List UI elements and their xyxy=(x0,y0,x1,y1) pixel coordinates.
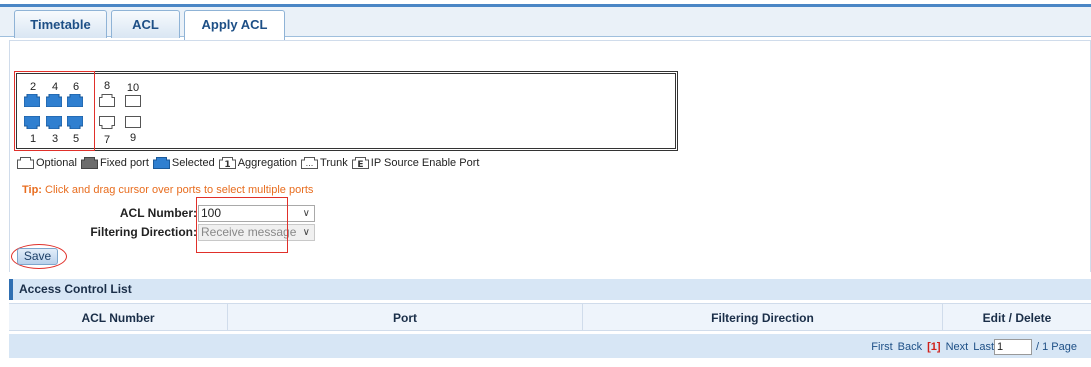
svg-text:E: E xyxy=(357,160,363,169)
optional-fiber-port-icon xyxy=(125,116,141,128)
optional-port-icon xyxy=(17,157,34,169)
legend-fixed-port-label: Fixed port xyxy=(99,157,149,169)
access-control-list-header: Access Control List xyxy=(9,279,1091,300)
form-highlight-box xyxy=(196,197,288,253)
legend-selected-label: Selected xyxy=(171,157,215,169)
legend-trunk: ... Trunk xyxy=(301,157,348,169)
legend-optional-label: Optional xyxy=(36,157,77,169)
port-number-10: 10 xyxy=(126,82,140,94)
aggregation-icon: 1 xyxy=(218,157,236,169)
page-number-input[interactable]: 1 xyxy=(994,339,1033,355)
column-acl-number: ACL Number xyxy=(9,304,228,330)
legend-aggregation-label: Aggregation xyxy=(237,157,298,169)
legend-optional: Optional xyxy=(17,157,77,169)
optional-port-icon xyxy=(99,116,115,129)
port-number-7: 7 xyxy=(103,134,111,146)
svg-text:1: 1 xyxy=(224,160,230,169)
first-page-link[interactable]: First xyxy=(871,341,892,353)
column-filtering-direction: Filtering Direction xyxy=(583,304,943,330)
port-9[interactable] xyxy=(125,116,141,129)
selected-port-icon xyxy=(152,157,170,169)
port-number-9: 9 xyxy=(129,132,137,144)
tab-apply-acl[interactable]: Apply ACL xyxy=(184,10,285,40)
port-number-8: 8 xyxy=(103,80,111,92)
chevron-down-icon: ∨ xyxy=(302,208,310,219)
ip-source-icon: E xyxy=(351,157,369,169)
save-button[interactable]: Save xyxy=(17,248,58,265)
legend-trunk-label: Trunk xyxy=(320,157,348,169)
current-page: [1] xyxy=(927,341,941,353)
next-page-link[interactable]: Next xyxy=(946,341,969,353)
port-10[interactable] xyxy=(125,94,141,107)
pagination-controls: First Back [1] Next Last 1 / 1 Page xyxy=(871,339,1077,355)
tab-bar: Timetable ACL Apply ACL xyxy=(0,7,1091,40)
back-page-link[interactable]: Back xyxy=(898,341,922,353)
filtering-direction-label: Filtering Direction: xyxy=(90,225,197,239)
column-port: Port xyxy=(228,304,583,330)
trunk-icon: ... xyxy=(301,157,319,169)
port-8[interactable] xyxy=(99,94,115,107)
fixed-port-icon xyxy=(80,157,98,169)
tab-timetable[interactable]: Timetable xyxy=(14,10,107,38)
legend-fixed-port: Fixed port xyxy=(80,157,149,169)
chevron-down-icon: ∨ xyxy=(302,227,310,238)
pagination-bar: First Back [1] Next Last 1 / 1 Page xyxy=(9,334,1091,358)
optional-fiber-port-icon xyxy=(125,95,141,107)
selection-highlight-box xyxy=(14,71,95,151)
legend-selected: Selected xyxy=(152,157,215,169)
tip-prefix: Tip: xyxy=(22,184,42,196)
svg-text:...: ... xyxy=(306,159,314,168)
acl-table-header: ACL Number Port Filtering Direction Edit… xyxy=(9,303,1091,331)
last-page-link[interactable]: Last xyxy=(973,341,994,353)
legend-ip-source: E IP Source Enable Port xyxy=(351,157,480,169)
legend-ip-source-label: IP Source Enable Port xyxy=(370,157,480,169)
optional-port-icon xyxy=(99,94,115,107)
port-legend: Optional Fixed port Selected 1 Aggregati… xyxy=(17,157,483,169)
tab-acl[interactable]: ACL xyxy=(111,10,180,38)
acl-number-label: ACL Number: xyxy=(119,206,197,220)
tip-message: Click and drag cursor over ports to sele… xyxy=(45,184,314,196)
total-pages: / 1 Page xyxy=(1036,341,1077,353)
legend-aggregation: 1 Aggregation xyxy=(218,157,298,169)
port-7[interactable] xyxy=(99,116,115,129)
column-edit-delete: Edit / Delete xyxy=(982,311,1052,325)
tip-text: Tip: Click and drag cursor over ports to… xyxy=(22,184,313,196)
